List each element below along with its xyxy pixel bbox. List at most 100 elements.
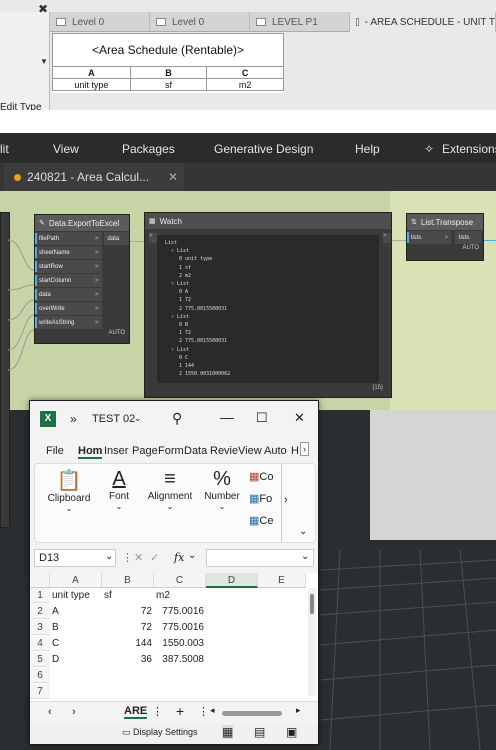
tab-automate[interactable]: Auto xyxy=(264,445,287,457)
cancel-icon[interactable]: ✕ xyxy=(134,551,143,564)
list-transpose-node[interactable]: ⇅ List.Transpose lists > lists AUTO xyxy=(406,213,484,261)
output-port-data[interactable]: data xyxy=(103,232,129,245)
scrollbar-thumb[interactable] xyxy=(310,594,314,614)
conditional-formatting-button[interactable]: ▦Co xyxy=(249,470,273,483)
row-header[interactable]: 4 xyxy=(30,636,50,651)
maximize-icon[interactable]: ☐ xyxy=(256,410,268,426)
workbook-title[interactable]: TEST 02 xyxy=(92,413,135,425)
row-header[interactable]: 5 xyxy=(30,652,50,667)
schedule-col-header[interactable]: m2 xyxy=(206,78,284,91)
chevron-down-icon[interactable]: ▼ xyxy=(40,57,48,66)
more-options-icon[interactable]: ⋮ xyxy=(152,705,163,718)
horizontal-scrollbar-thumb[interactable] xyxy=(222,711,282,716)
menu-help[interactable]: Help xyxy=(355,142,380,156)
tree-line[interactable]: ▿ List xyxy=(165,313,371,321)
graph-tab[interactable]: 240821 - Area Calcul... ✕ xyxy=(4,163,184,191)
column-header[interactable]: C xyxy=(154,573,206,588)
formula-input[interactable]: ⌄ xyxy=(206,549,314,567)
tab-file[interactable]: File xyxy=(46,445,64,457)
input-port-startrow[interactable]: startRow > xyxy=(35,260,102,273)
input-port-lists[interactable]: lists > xyxy=(407,231,451,244)
number-button[interactable]: % Number ⌄ xyxy=(201,468,243,511)
cell[interactable]: 72 xyxy=(104,620,152,635)
tab-help[interactable]: H xyxy=(291,445,299,457)
chevron-right-icon[interactable]: › xyxy=(281,464,293,542)
alignment-button[interactable]: ≡ Alignment ⌄ xyxy=(141,468,199,511)
chevron-right-icon[interactable]: › xyxy=(72,706,76,718)
column-header-selected[interactable]: D xyxy=(206,573,258,588)
normal-view-icon[interactable]: ▦ xyxy=(222,725,234,739)
column-header[interactable]: A xyxy=(50,573,102,588)
row-header[interactable]: 3 xyxy=(30,620,50,635)
chevron-right-icon[interactable]: ▸ xyxy=(296,705,301,716)
row-header[interactable]: 7 xyxy=(30,684,50,699)
view-tab-level-0-a[interactable]: Level 0 xyxy=(50,12,150,32)
vertical-scrollbar[interactable] xyxy=(308,588,316,696)
row-header[interactable]: 6 xyxy=(30,668,50,683)
output-port-lists[interactable]: lists xyxy=(455,231,481,244)
cell[interactable]: unit type xyxy=(52,588,102,603)
input-port-startcolumn[interactable]: startColumn > xyxy=(35,274,102,287)
tree-line[interactable]: ▿ List xyxy=(165,280,371,288)
search-icon[interactable]: ⚲ xyxy=(172,410,182,427)
chevron-left-icon[interactable]: ◂ xyxy=(210,705,215,716)
input-port-filepath[interactable]: filePath > xyxy=(35,232,102,245)
schedule-col-header[interactable]: sf xyxy=(129,78,208,91)
cell[interactable]: 387.5008 xyxy=(156,652,204,667)
row-header[interactable]: 2 xyxy=(30,604,50,619)
node-header[interactable]: ▦ Watch xyxy=(145,213,391,229)
cell-styles-button[interactable]: ▦Ce xyxy=(249,514,273,527)
enter-icon[interactable]: ✓ xyxy=(150,551,159,564)
tab-data[interactable]: Data xyxy=(184,445,207,457)
close-icon[interactable]: ✕ xyxy=(294,410,305,426)
schedule-col-header[interactable]: unit type xyxy=(52,78,131,91)
more-options-icon[interactable]: ⋮ xyxy=(122,551,133,564)
cell[interactable]: 72 xyxy=(104,604,152,619)
tree-line[interactable]: ▿ List xyxy=(165,346,371,354)
insert-function-icon[interactable]: fx xyxy=(174,551,184,564)
watch-node[interactable]: ▦ Watch > > List ▿ List 0 unit type 1 sf … xyxy=(144,212,392,398)
menu-edit[interactable]: lit xyxy=(0,142,9,156)
chevron-down-icon[interactable]: ⌄ xyxy=(134,413,142,424)
chevron-down-icon[interactable]: ⌄ xyxy=(105,551,113,562)
node-header[interactable]: ✎ Data.ExportToExcel xyxy=(35,215,129,231)
select-all[interactable] xyxy=(30,573,50,588)
cell[interactable]: 775.0016 xyxy=(156,604,204,619)
close-icon[interactable]: ✕ xyxy=(168,170,178,184)
schedule-col-letter[interactable]: A xyxy=(52,66,131,79)
cell[interactable]: 775.0016 xyxy=(156,620,204,635)
menu-view[interactable]: View xyxy=(53,142,79,156)
page-break-icon[interactable]: ▣ xyxy=(286,725,297,739)
display-settings-button[interactable]: ▭ Display Settings xyxy=(122,727,198,738)
cell[interactable]: sf xyxy=(104,588,152,603)
chevron-down-icon[interactable]: ⌄ xyxy=(188,550,196,561)
input-port-data[interactable]: data > xyxy=(35,288,102,301)
cell[interactable]: m2 xyxy=(156,588,204,603)
add-sheet-icon[interactable]: + xyxy=(176,703,184,719)
cell[interactable]: D xyxy=(52,652,102,667)
page-layout-icon[interactable]: ▤ xyxy=(254,725,265,739)
input-port-overwrite[interactable]: overWrite > xyxy=(35,302,102,315)
cell[interactable]: 1550.003 xyxy=(156,636,204,651)
input-port[interactable]: > xyxy=(149,233,157,243)
menu-generative-design[interactable]: Generative Design xyxy=(214,142,313,156)
output-port[interactable]: > xyxy=(383,233,391,243)
menu-extensions[interactable]: Extensions xyxy=(442,142,496,156)
row-header[interactable]: 1 xyxy=(30,588,50,603)
tree-line[interactable]: ▿ List xyxy=(165,247,371,255)
menu-packages[interactable]: Packages xyxy=(122,142,175,156)
tab-formulas[interactable]: Form xyxy=(158,445,184,457)
view-tab-level-p1[interactable]: LEVEL P1 xyxy=(250,12,350,32)
tab-insert[interactable]: Inser xyxy=(104,445,128,457)
clipboard-button[interactable]: 📋 Clipboard ⌄ xyxy=(41,468,97,513)
name-box[interactable]: D13 ⌄ xyxy=(34,549,116,567)
tab-view[interactable]: View xyxy=(238,445,262,457)
close-icon[interactable]: ✖ xyxy=(38,2,48,16)
more-icon[interactable]: » xyxy=(70,412,77,426)
worksheet-grid[interactable]: A B C D E 1 2 3 4 5 6 7 unit type sf m2 … xyxy=(30,573,318,701)
column-header[interactable]: B xyxy=(102,573,154,588)
node-header[interactable]: ⇅ List.Transpose xyxy=(407,214,483,230)
view-tab-level-0-b[interactable]: Level 0 xyxy=(150,12,250,32)
sheet-tab[interactable]: ARE xyxy=(124,705,148,719)
format-as-table-button[interactable]: ▦Fo xyxy=(249,492,272,505)
